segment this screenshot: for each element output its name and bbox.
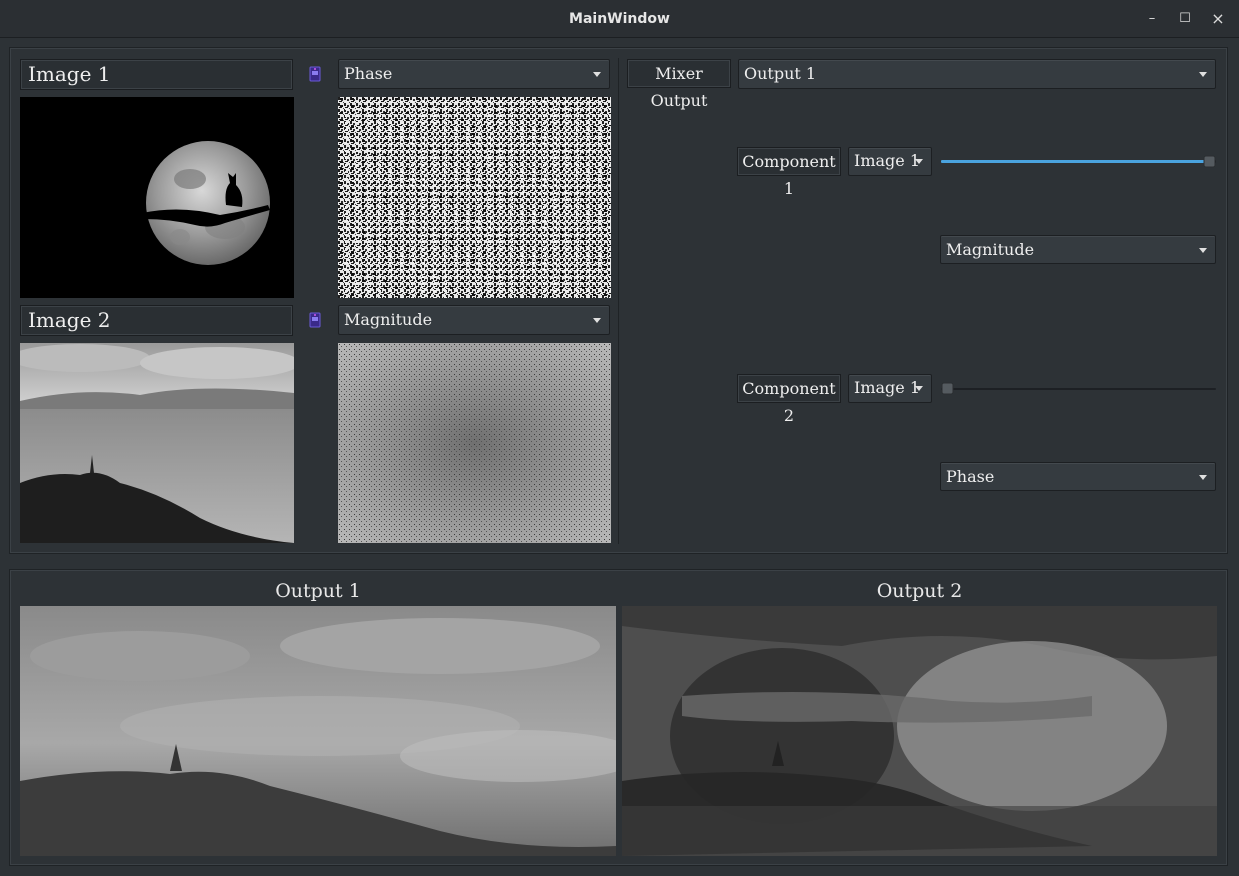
component1-slider-fill — [941, 160, 1207, 163]
mixer-output-select[interactable]: Output 1 — [738, 59, 1216, 89]
chevron-down-icon — [593, 72, 601, 77]
image1-display — [20, 97, 294, 298]
chevron-down-icon — [915, 159, 923, 164]
mixer-output-value: Output 1 — [744, 64, 817, 83]
component1-source-value: Image 1 — [854, 151, 921, 170]
image1-component-value: Phase — [344, 64, 393, 83]
chevron-down-icon — [1199, 72, 1207, 77]
minimize-button[interactable]: – — [1142, 9, 1162, 29]
component2-type-select[interactable]: Phase — [940, 462, 1216, 491]
image1-component-display — [338, 97, 611, 298]
component2-source-value: Image 1 — [854, 378, 921, 397]
component2-slider-handle — [941, 382, 954, 395]
component2-label: Component 2 — [737, 374, 841, 425]
image2-label[interactable]: Image 2 — [20, 305, 293, 336]
image2-display — [20, 343, 294, 543]
component2-source-select[interactable]: Image 1 — [848, 374, 932, 403]
maximize-button[interactable]: ☐ — [1175, 9, 1195, 29]
image1-label[interactable]: Image 1 — [20, 59, 293, 90]
output2-display — [622, 606, 1217, 856]
chevron-down-icon — [915, 386, 923, 391]
output1-label: Output 1 — [275, 580, 361, 602]
image2-component-select[interactable]: Magnitude — [338, 305, 610, 335]
image1-load-icon[interactable] — [309, 66, 321, 86]
chevron-down-icon — [1199, 248, 1207, 253]
output2-label: Output 2 — [876, 580, 963, 602]
mixer-output-label: Mixer Output — [627, 59, 731, 110]
image2-component-value: Magnitude — [344, 310, 433, 329]
component1-type-select[interactable]: Magnitude — [940, 235, 1216, 264]
output1-display — [20, 606, 616, 856]
chevron-down-icon — [593, 318, 601, 323]
chevron-down-icon — [1199, 475, 1207, 480]
close-button[interactable]: × — [1208, 9, 1228, 29]
component2-type-value: Phase — [946, 467, 995, 486]
component1-type-value: Magnitude — [946, 240, 1035, 259]
image2-component-display — [338, 343, 611, 543]
component1-slider-handle — [1203, 155, 1216, 168]
component1-label: Component 1 — [737, 147, 841, 198]
component2-weight-slider[interactable] — [941, 381, 1216, 395]
window-title: MainWindow — [569, 11, 670, 27]
component1-source-select[interactable]: Image 1 — [848, 147, 932, 176]
image1-component-select[interactable]: Phase — [338, 59, 610, 89]
component1-weight-slider[interactable] — [941, 154, 1216, 168]
image2-load-icon[interactable] — [309, 312, 321, 332]
panel-divider — [618, 58, 619, 544]
